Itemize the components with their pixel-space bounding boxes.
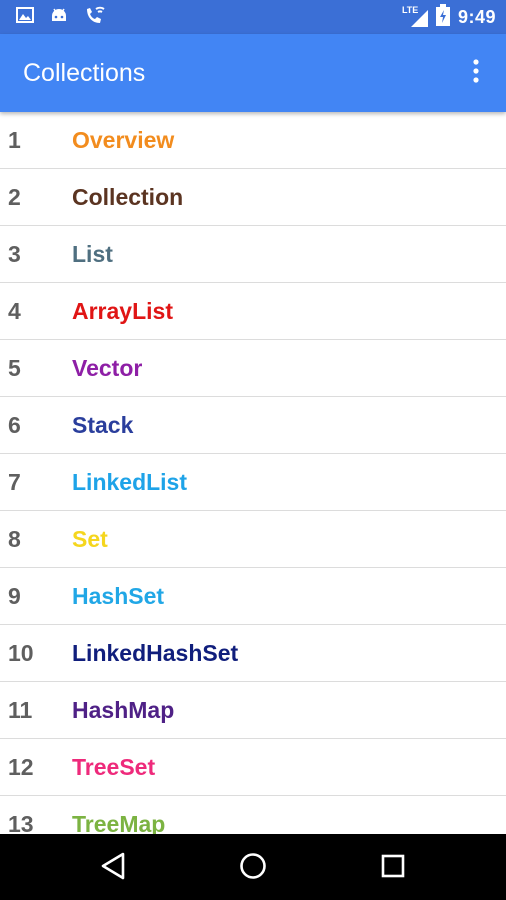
list-item-treemap[interactable]: 13 TreeMap [0, 796, 506, 834]
collections-list[interactable]: 1 Overview 2 Collection 3 List 4 ArrayLi… [0, 112, 506, 834]
app-title: Collections [23, 59, 146, 87]
android-icon [50, 6, 68, 29]
more-vertical-icon [473, 58, 479, 88]
notification-icons [16, 0, 106, 34]
list-item-vector[interactable]: 5 Vector [0, 340, 506, 397]
item-number: 9 [8, 583, 21, 609]
status-time: 9:49 [457, 6, 496, 27]
item-number: 13 [8, 811, 34, 834]
list-item-set[interactable]: 8 Set [0, 511, 506, 568]
item-number: 12 [8, 754, 34, 780]
status-bar: LTE 9:49 [0, 0, 506, 34]
list-item-linkedlist[interactable]: 7 LinkedList [0, 454, 506, 511]
item-label: LinkedList [72, 469, 188, 495]
item-label: Set [72, 526, 108, 552]
item-label: Collection [72, 184, 184, 210]
list-item-stack[interactable]: 6 Stack [0, 397, 506, 454]
item-label: HashMap [72, 697, 175, 723]
overflow-menu-button[interactable] [464, 58, 488, 88]
item-number: 11 [8, 697, 33, 723]
item-label: List [72, 241, 113, 267]
item-number: 8 [8, 526, 21, 552]
recents-button[interactable] [373, 848, 413, 888]
list-item-hashmap[interactable]: 11 HashMap [0, 682, 506, 739]
battery-icon [435, 3, 450, 31]
list-item-hashset[interactable]: 9 HashSet [0, 568, 506, 625]
item-label: TreeMap [72, 811, 166, 834]
item-number: 10 [8, 640, 34, 666]
item-number: 1 [8, 127, 21, 153]
item-number: 7 [8, 469, 21, 495]
item-number: 6 [8, 412, 21, 438]
list-item-overview[interactable]: 1 Overview [0, 112, 506, 169]
item-label: Vector [72, 355, 143, 381]
list-item-collection[interactable]: 2 Collection [0, 169, 506, 226]
list-item-linkedhashset[interactable]: 10 LinkedHashSet [0, 625, 506, 682]
lte-signal-icon: LTE [402, 5, 428, 28]
list-item-list[interactable]: 3 List [0, 226, 506, 283]
item-number: 4 [8, 298, 21, 324]
back-icon [100, 852, 126, 885]
item-number: 3 [8, 241, 21, 267]
item-label: TreeSet [72, 754, 156, 780]
app-bar: Collections [0, 34, 506, 112]
list-item-treeset[interactable]: 12 TreeSet [0, 739, 506, 796]
system-icons: LTE 9:49 [402, 0, 496, 34]
image-icon [16, 6, 34, 28]
list-item-arraylist[interactable]: 4 ArrayList [0, 283, 506, 340]
item-number: 2 [8, 184, 21, 210]
phone-wifi-icon [84, 5, 106, 30]
item-label: ArrayList [72, 298, 173, 324]
navigation-bar [0, 834, 506, 900]
item-label: Overview [72, 127, 175, 153]
item-label: HashSet [72, 583, 165, 609]
item-label: Stack [72, 412, 134, 438]
item-number: 5 [8, 355, 21, 381]
back-button[interactable] [93, 848, 133, 888]
home-button[interactable] [233, 848, 273, 888]
item-label: LinkedHashSet [72, 640, 239, 666]
home-icon [239, 852, 267, 885]
recents-icon [381, 854, 405, 883]
